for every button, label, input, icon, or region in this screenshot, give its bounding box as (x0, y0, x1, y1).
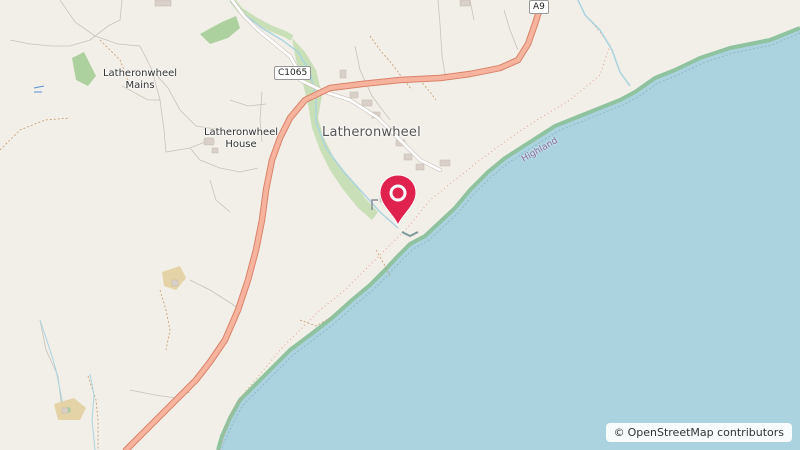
place-label-line: House (225, 139, 257, 150)
road-shield-c1065: C1065 (274, 66, 312, 80)
place-label-line: Latheronwheel (102, 68, 178, 79)
place-label-latheronwheel-mains: Latheronwheel Mains (85, 68, 195, 92)
attribution-link[interactable]: OpenStreetMap contributors (628, 426, 784, 439)
road-shield-a9: A9 (529, 0, 549, 14)
location-marker[interactable] (376, 173, 420, 227)
map-pin-icon (379, 174, 417, 227)
place-label-latheronwheel-house: Latheronwheel House (190, 127, 292, 151)
place-label-line: Mains (125, 80, 155, 91)
attribution-box: © OpenStreetMap contributors (605, 423, 792, 442)
place-label-latheronwheel-village: Latheronwheel (322, 125, 421, 140)
copyright-symbol: © (613, 426, 625, 439)
place-label-line: Latheronwheel (203, 127, 279, 138)
map-canvas[interactable]: A9 C1065 Latheronwheel Mains Latheronwhe… (0, 0, 800, 450)
